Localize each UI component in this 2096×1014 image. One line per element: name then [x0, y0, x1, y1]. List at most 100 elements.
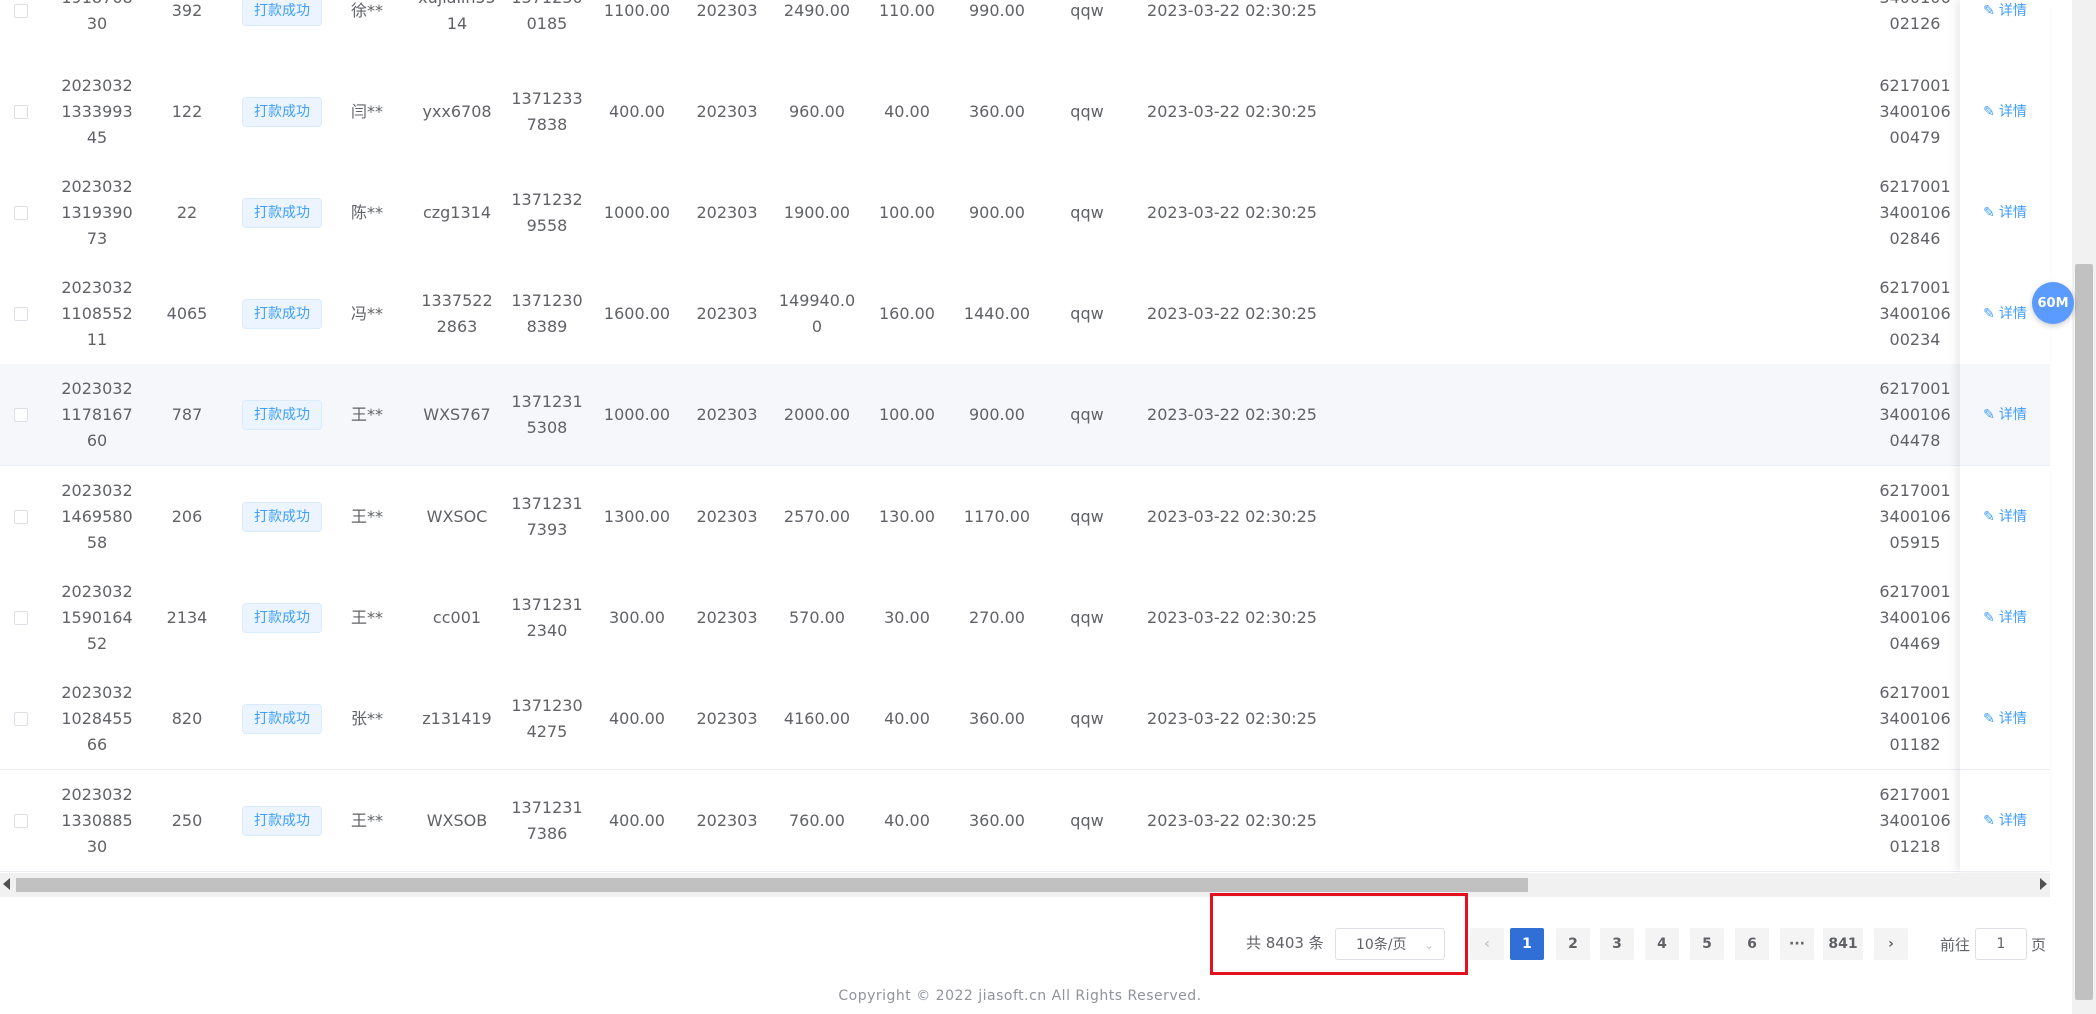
copyright-footer: Copyright © 2022 jiasoft.cn All Rights R… — [838, 988, 1202, 1004]
detail-link[interactable]: ✎ 详情 — [1983, 808, 2027, 834]
fee-value: 100.00 — [879, 404, 935, 424]
channel-cell: qqw — [1042, 567, 1132, 668]
name-value: 王** — [350, 506, 383, 526]
card-cell: 3400106 02126 — [1870, 0, 1960, 61]
channel-cell: qqw — [1042, 770, 1132, 871]
phone-cell: 1371231 7386 — [502, 770, 592, 871]
next-page-button[interactable]: › — [1874, 928, 1908, 960]
table-row: 2023032 1469580 58 206 打款成功 王** WXSOC 1371231… — [0, 466, 2050, 568]
page-number-button[interactable]: 1 — [1510, 928, 1544, 960]
scroll-left-arrow-icon[interactable] — [3, 878, 10, 890]
card-value: 6217001 3400106 00234 — [1879, 277, 1951, 349]
scroll-right-arrow-icon[interactable] — [2040, 878, 2047, 890]
row-checkbox[interactable] — [14, 813, 28, 828]
channel-cell: qqw — [1042, 364, 1132, 465]
status-cell: 打款成功 — [222, 668, 342, 769]
row-checkbox[interactable] — [14, 306, 28, 321]
detail-link[interactable]: ✎ 详情 — [1983, 402, 2027, 428]
channel-cell: qqw — [1042, 263, 1132, 364]
total-value: 2490.00 — [783, 0, 851, 20]
page-number-button[interactable]: 5 — [1690, 928, 1724, 960]
account-value: czg1314 — [422, 202, 492, 222]
detail-link[interactable]: ✎ 详情 — [1983, 200, 2027, 226]
detail-link[interactable]: ✎ 详情 — [1983, 706, 2027, 732]
horizontal-scroll-thumb[interactable] — [16, 878, 1528, 892]
id-value: 2023032 1469580 58 — [61, 480, 133, 552]
page-scroll-thumb[interactable] — [2075, 264, 2093, 1000]
page-number-button[interactable]: 2 — [1556, 928, 1590, 960]
row-select-cell — [0, 0, 42, 61]
account-cell: WXSOB — [412, 770, 502, 871]
status-badge: 打款成功 — [242, 501, 322, 532]
period-value: 202303 — [696, 404, 758, 424]
time-cell: 2023-03-22 02:30:25 — [1132, 466, 1332, 567]
net-cell: 360.00 — [952, 770, 1042, 871]
detail-link[interactable]: ✎ 详情 — [1983, 0, 2027, 24]
row-checkbox[interactable] — [14, 205, 28, 220]
row-checkbox[interactable] — [14, 407, 28, 422]
phone-cell: 1371230 8389 — [502, 263, 592, 364]
time-value: 2023-03-22 02:30:25 — [1147, 0, 1317, 20]
page-number-button[interactable]: 4 — [1645, 928, 1679, 960]
name-cell: 王** — [342, 770, 392, 871]
amount-value: 1600.00 — [603, 303, 671, 323]
goto-page-input[interactable] — [1975, 928, 2027, 960]
floating-memory-badge[interactable]: 60M — [2032, 282, 2074, 324]
row-select-cell — [0, 61, 42, 162]
total-value: 2570.00 — [783, 506, 851, 526]
status-cell: 打款成功 — [222, 0, 342, 61]
row-checkbox[interactable] — [14, 104, 28, 119]
page-ellipsis-button[interactable]: ··· — [1780, 928, 1814, 960]
row-select-cell — [0, 263, 42, 364]
row-checkbox[interactable] — [14, 3, 28, 18]
detail-link[interactable]: ✎ 详情 — [1983, 605, 2027, 631]
detail-link[interactable]: ✎ 详情 — [1983, 504, 2027, 530]
name-value: 王** — [350, 810, 383, 830]
page-vertical-scrollbar[interactable] — [2072, 0, 2096, 1014]
time-cell: 2023-03-22 02:30:25 — [1132, 0, 1332, 61]
status-cell: 打款成功 — [222, 162, 342, 263]
time-cell: 2023-03-22 02:30:25 — [1132, 61, 1332, 162]
channel-value: qqw — [1070, 101, 1104, 121]
channel-cell: qqw — [1042, 0, 1132, 61]
time-cell: 2023-03-22 02:30:25 — [1132, 162, 1332, 263]
channel-value: qqw — [1070, 0, 1104, 20]
detail-label: 详情 — [1998, 204, 2027, 221]
table-row: 2023032 1028455 66 820 打款成功 张** z131419 13712… — [0, 668, 2050, 770]
detail-label: 详情 — [1998, 609, 2027, 626]
action-cell: ✎ 详情 — [1960, 770, 2050, 871]
prev-page-button[interactable]: ‹ — [1470, 928, 1504, 960]
name-value: 闫** — [350, 101, 383, 121]
page-number-button[interactable]: 841 — [1823, 928, 1863, 960]
row-checkbox[interactable] — [14, 509, 28, 524]
phone-cell: 1371231 7393 — [502, 466, 592, 567]
fee-value: 110.00 — [879, 0, 935, 20]
total-cell: 4160.00 — [772, 668, 862, 769]
amount-cell: 400.00 — [592, 61, 682, 162]
page-number-button[interactable]: 3 — [1600, 928, 1634, 960]
name-cell: 王** — [342, 364, 392, 465]
period-value: 202303 — [696, 303, 758, 323]
table-row: 2023032 1178167 60 787 打款成功 王** WXS767 137123… — [0, 364, 2050, 466]
net-value: 360.00 — [969, 810, 1025, 830]
amount-cell: 300.00 — [592, 567, 682, 668]
card-cell: 6217001 3400106 00479 — [1870, 61, 1960, 162]
period-cell: 202303 — [682, 668, 772, 769]
detail-link[interactable]: ✎ 详情 — [1983, 99, 2027, 125]
horizontal-scrollbar[interactable] — [0, 873, 2050, 897]
id-cell: 1918768 30 — [42, 0, 152, 61]
detail-link[interactable]: ✎ 详情 — [1983, 301, 2027, 327]
edit-icon: ✎ — [1983, 2, 1995, 19]
page-number-button[interactable]: 6 — [1735, 928, 1769, 960]
row-select-cell — [0, 770, 42, 871]
total-value: 4160.00 — [783, 708, 851, 728]
row-checkbox[interactable] — [14, 610, 28, 625]
row-checkbox[interactable] — [14, 711, 28, 726]
time-cell: 2023-03-22 02:30:25 — [1132, 567, 1332, 668]
account-cell: z131419 — [412, 668, 502, 769]
amount-cell: 1600.00 — [592, 263, 682, 364]
phone-value: 1371231 7393 — [511, 493, 583, 539]
status-badge: 打款成功 — [242, 96, 322, 127]
id-cell: 2023032 1590164 52 — [42, 567, 152, 668]
amount-cell: 1300.00 — [592, 466, 682, 567]
